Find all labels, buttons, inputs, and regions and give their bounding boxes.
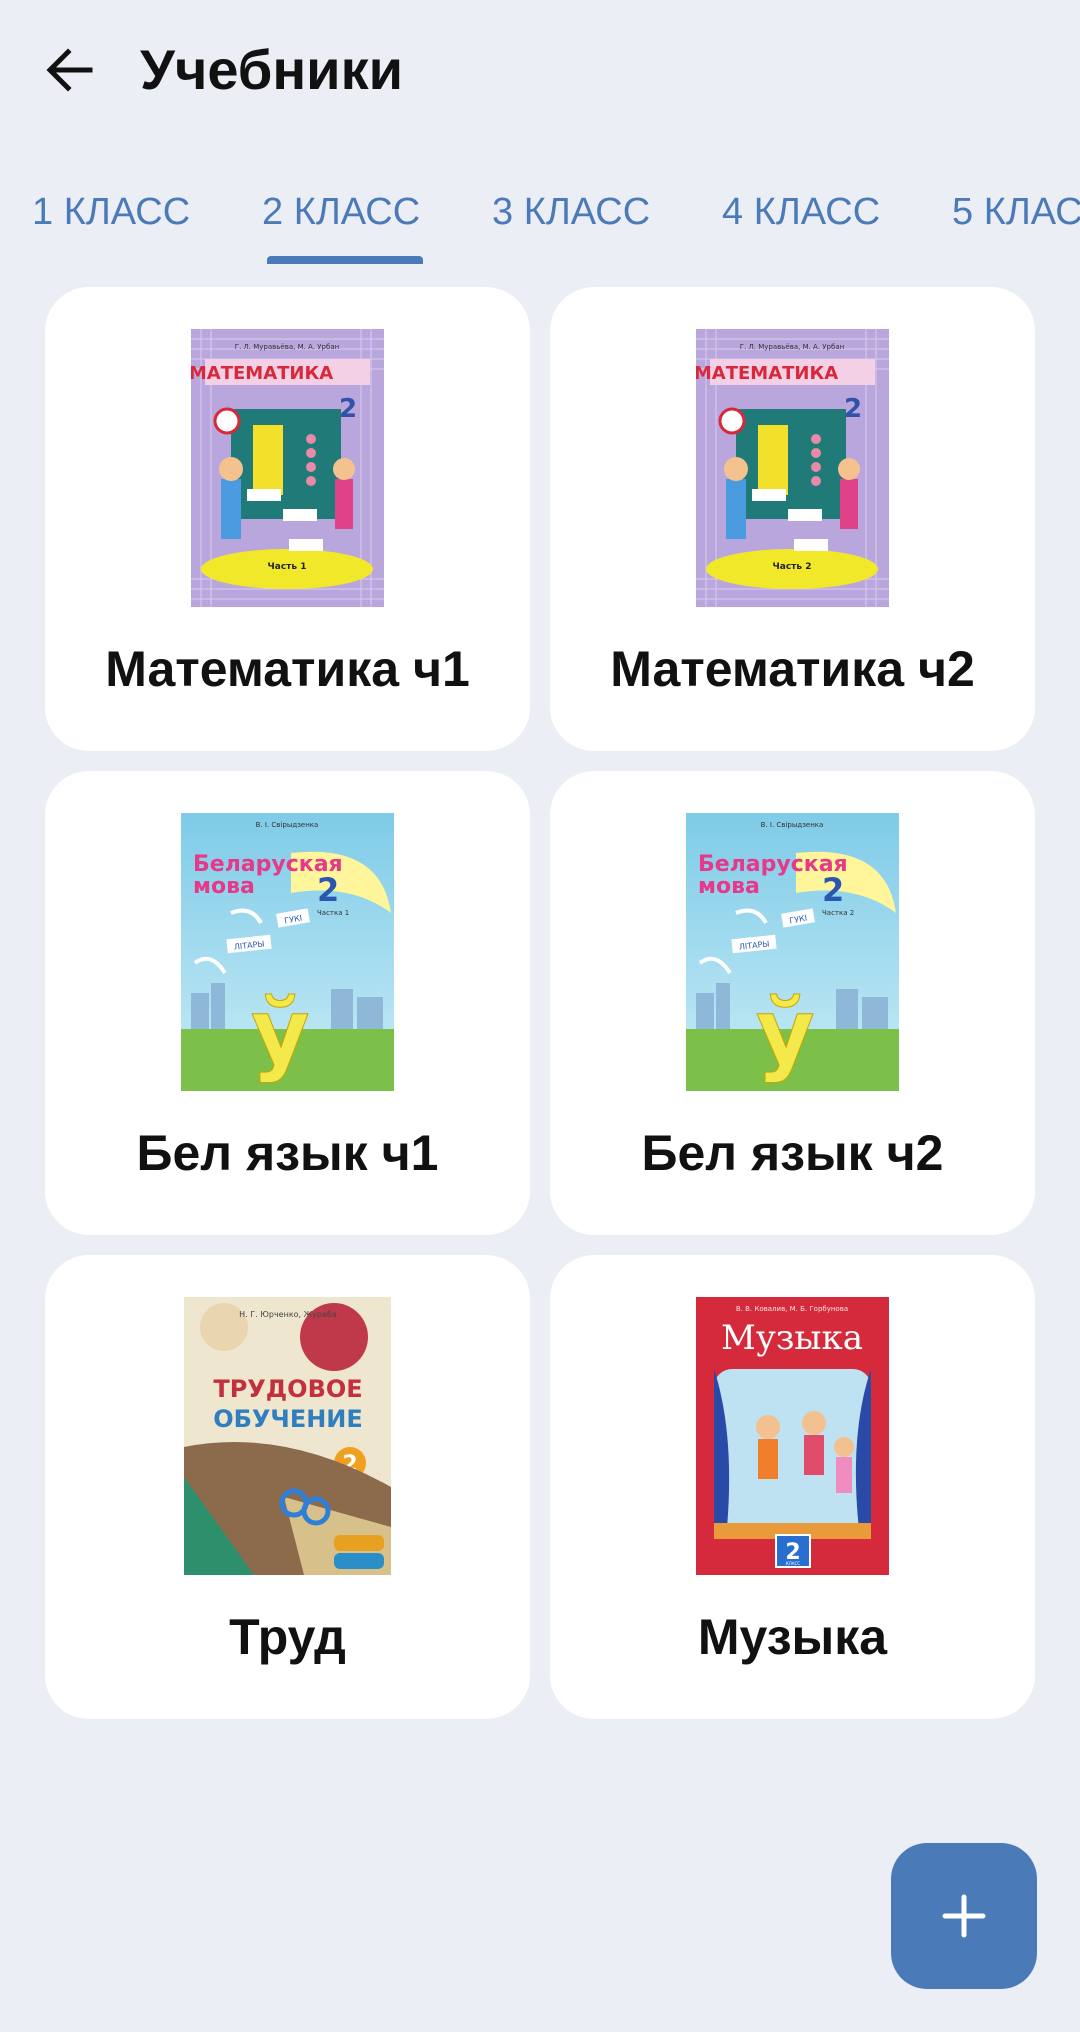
cover-heading-1: ТРУДОВОЕ (213, 1375, 362, 1403)
book-cover-bel-1: В. І. Свірыдзенка Беларуская мова 2 Част… (181, 813, 394, 1091)
cover-grade-caption: КЛАСС (786, 1561, 800, 1566)
back-button[interactable] (30, 25, 110, 115)
book-cover-math-1: Г. Л. Муравьёва, М. А. Урбан МАТЕМАТИКА … (191, 329, 384, 607)
book-cover-music: В. В. Ковалив, М. Б. Горбунова Музыка 2 … (696, 1297, 889, 1575)
tab-grade-3[interactable]: 3 КЛАСС (492, 176, 650, 248)
textbook-title: Математика ч2 (610, 641, 975, 697)
cover-heading: МАТЕМАТИКА (191, 363, 333, 384)
plus-icon (942, 1894, 986, 1938)
cover-heading-2: мова (193, 874, 255, 899)
cover-heading: МАТЕМАТИКА (696, 363, 838, 384)
textbook-title: Труд (229, 1609, 346, 1665)
textbook-card-math-2[interactable]: Г. Л. Муравьёва, М. А. Урбан МАТЕМАТИКА … (550, 287, 1035, 751)
cover-part: Часть 2 (773, 562, 812, 572)
cover-heading-2: ОБУЧЕНИЕ (213, 1405, 363, 1433)
cover-grade: 2 (339, 394, 357, 424)
textbook-title: Бел язык ч1 (136, 1125, 439, 1181)
cover-authors: В. В. Ковалив, М. Б. Горбунова (736, 1305, 848, 1313)
textbook-card-math-1[interactable]: Г. Л. Муравьёва, М. А. Урбан МАТЕМАТИКА … (45, 287, 530, 751)
textbook-card-trud[interactable]: Н. Г. Юрченко, Жураба ТРУДОВОЕ ОБУЧЕНИЕ … (45, 1255, 530, 1719)
add-textbook-button[interactable] (891, 1843, 1037, 1989)
tab-grade-4[interactable]: 4 КЛАСС (722, 176, 880, 248)
cover-authors: В. І. Свірыдзенка (256, 821, 319, 829)
grade-tabs: 1 КЛАСС 2 КЛАСС 3 КЛАСС 4 КЛАСС 5 КЛАСС (0, 160, 1080, 264)
book-cover-math-2: Г. Л. Муравьёва, М. А. Урбан МАТЕМАТИКА … (696, 329, 889, 607)
tab-grade-1[interactable]: 1 КЛАСС (32, 176, 190, 248)
cover-authors: Г. Л. Муравьёва, М. А. Урбан (235, 343, 339, 351)
cover-letter: ў (756, 980, 815, 1085)
cover-part: Частка 1 (317, 909, 349, 917)
cover-grade: 2 (844, 394, 862, 424)
tab-grade-5[interactable]: 5 КЛАСС (952, 176, 1080, 248)
textbook-card-music[interactable]: В. В. Ковалив, М. Б. Горбунова Музыка 2 … (550, 1255, 1035, 1719)
arrow-left-icon (46, 48, 93, 92)
cover-letter: ў (251, 980, 310, 1085)
book-cover-bel-2: В. І. Свірыдзенка Беларуская мова 2 Част… (686, 813, 899, 1091)
cover-heading-2: мова (698, 874, 760, 899)
cover-authors: Г. Л. Муравьёва, М. А. Урбан (740, 343, 844, 351)
textbook-card-bel-2[interactable]: В. І. Свірыдзенка Беларуская мова 2 Част… (550, 771, 1035, 1235)
cover-heading: Музыка (721, 1318, 863, 1358)
cover-part: Частка 2 (822, 909, 854, 917)
app-bar: Учебники (0, 0, 1080, 140)
cover-authors: Н. Г. Юрченко, Жураба (239, 1310, 337, 1319)
page-title: Учебники (140, 38, 404, 101)
cover-part: Часть 1 (268, 562, 307, 572)
textbook-title: Математика ч1 (105, 641, 470, 697)
cover-grade: 2 (822, 871, 844, 909)
cover-authors: В. І. Свірыдзенка (761, 821, 824, 829)
tab-indicator (267, 256, 423, 264)
textbook-card-bel-1[interactable]: В. І. Свірыдзенка Беларуская мова 2 Част… (45, 771, 530, 1235)
tab-grade-2[interactable]: 2 КЛАСС (262, 176, 420, 248)
textbook-title: Бел язык ч2 (641, 1125, 944, 1181)
book-cover-trud: Н. Г. Юрченко, Жураба ТРУДОВОЕ ОБУЧЕНИЕ … (184, 1297, 391, 1575)
textbook-title: Музыка (697, 1609, 888, 1665)
cover-grade: 2 (317, 871, 339, 909)
